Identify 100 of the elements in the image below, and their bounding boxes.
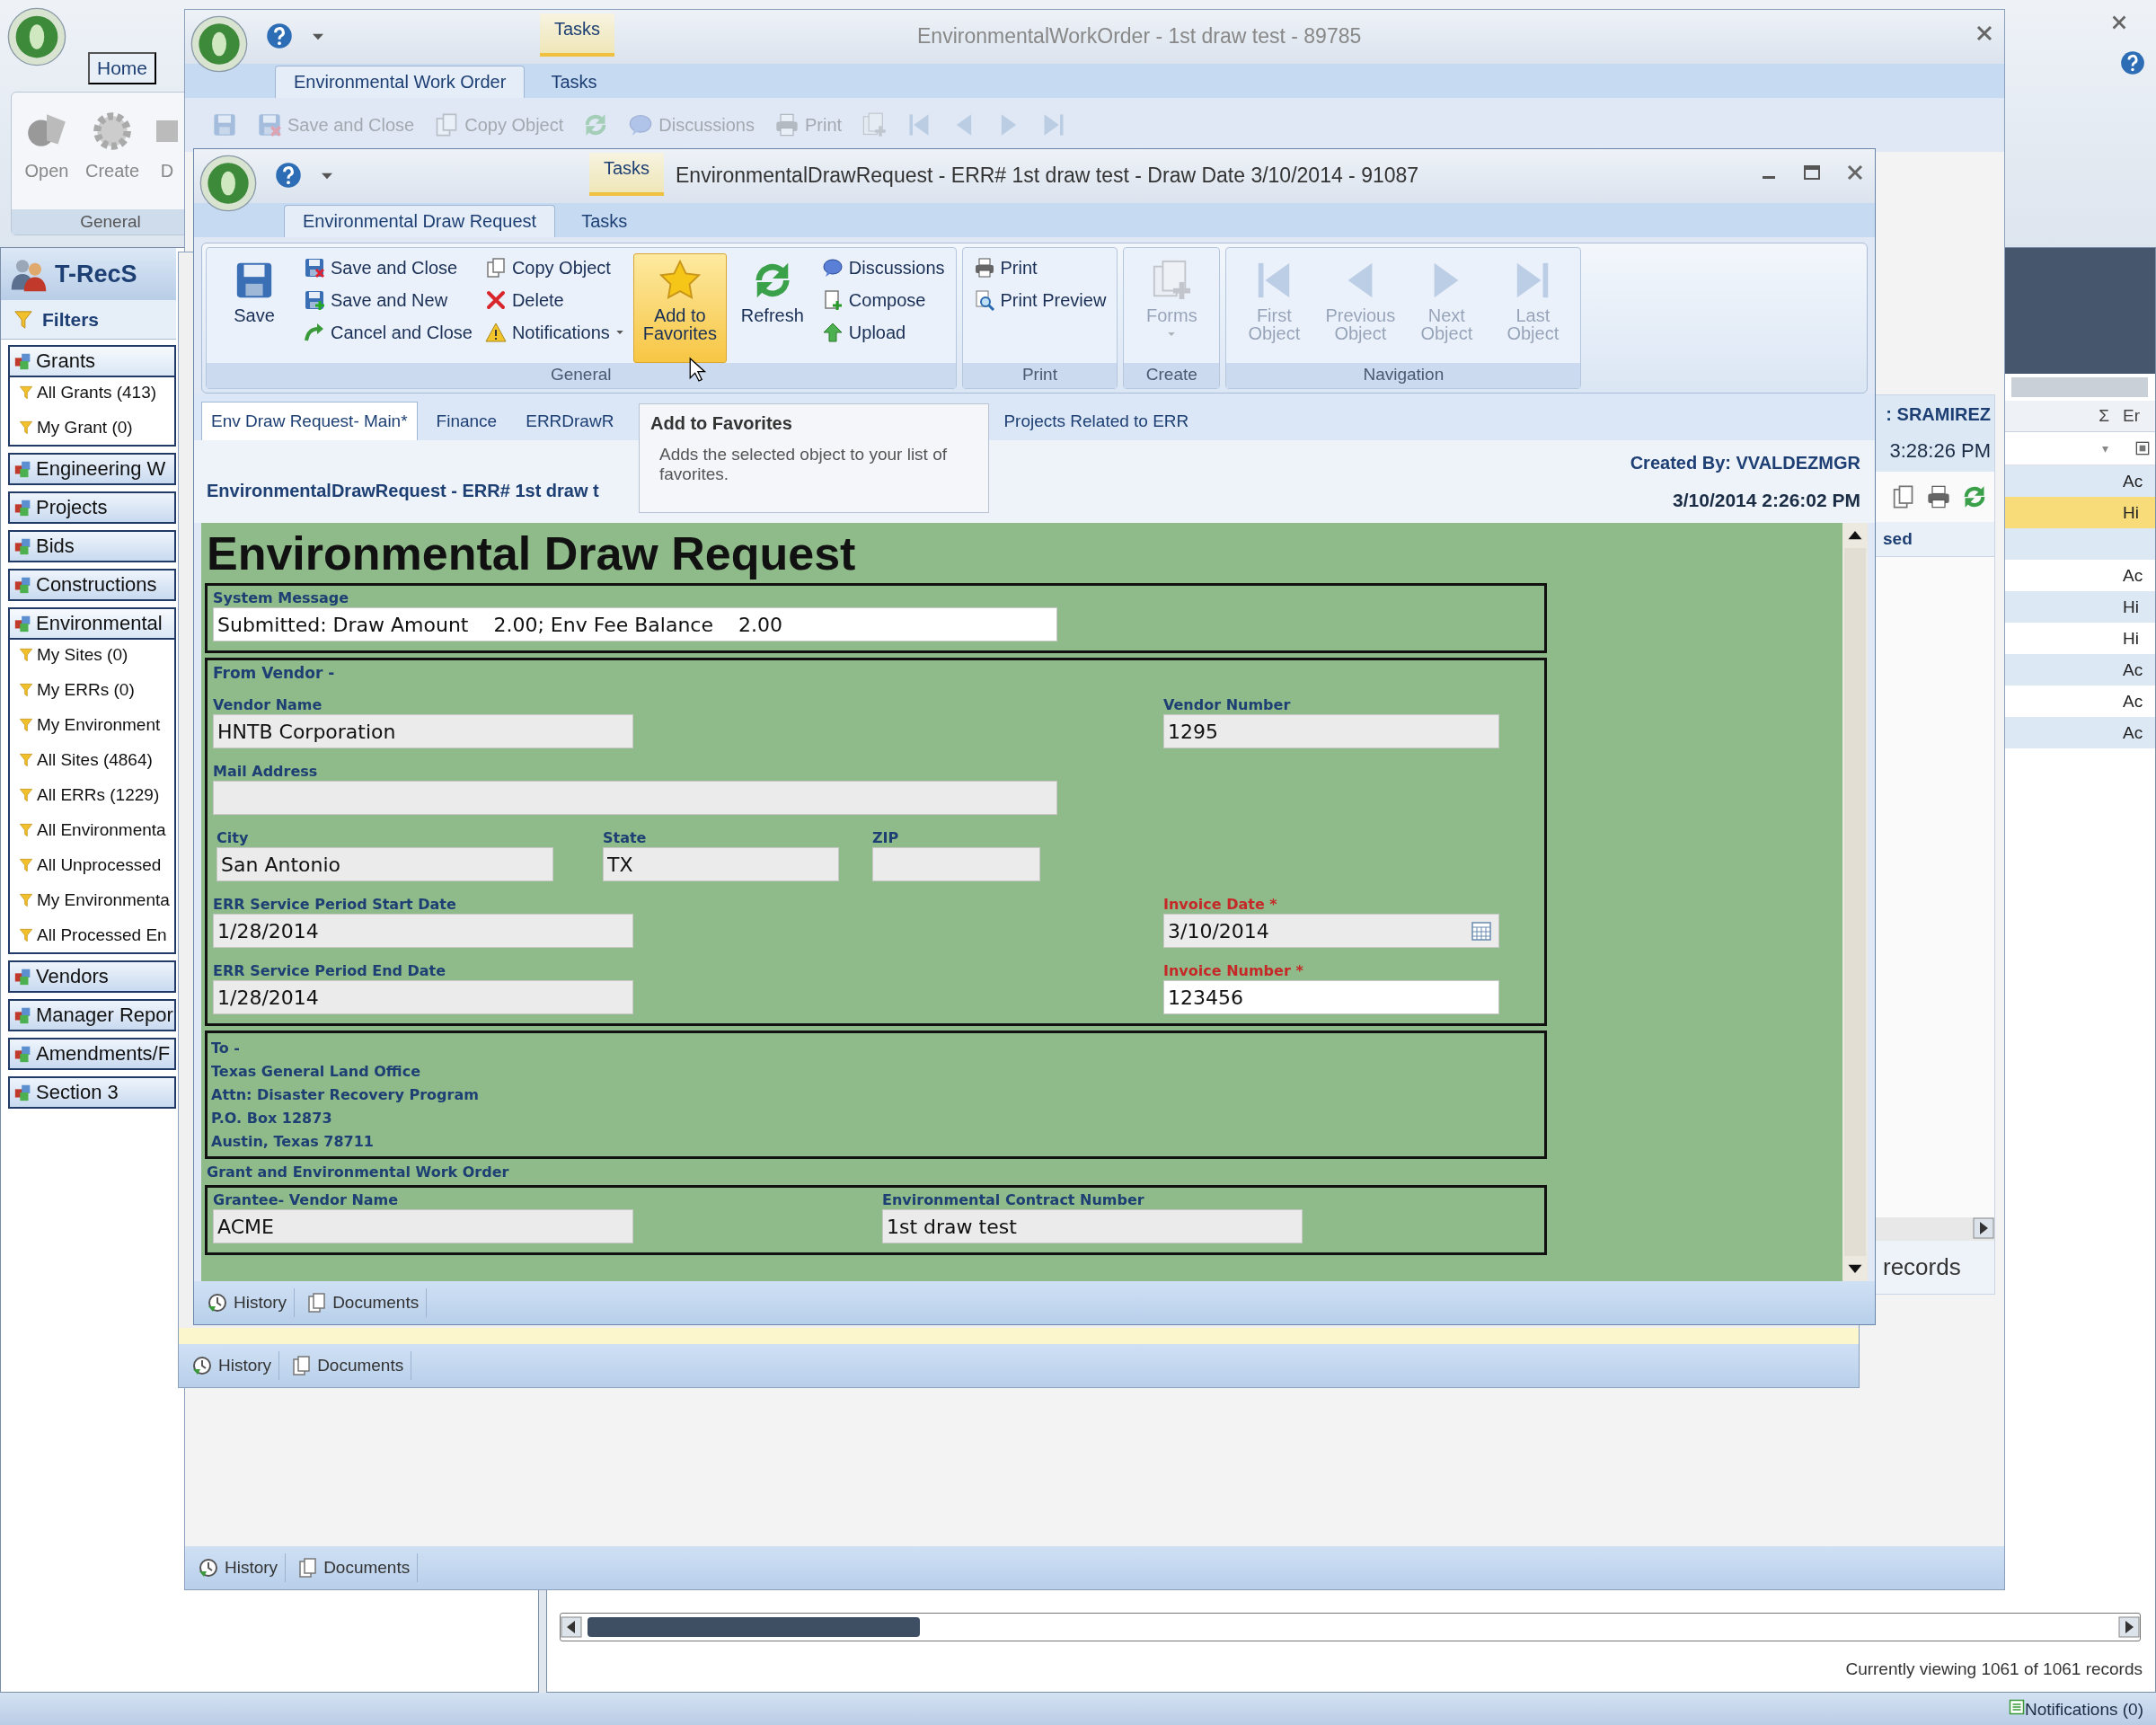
grid-row[interactable]: Hi <box>2004 591 2155 623</box>
filter-item[interactable]: All Grants (413) <box>19 381 174 404</box>
clock-icon <box>207 1292 228 1314</box>
text-field[interactable]: 1st draw test <box>882 1209 1303 1243</box>
grid-row[interactable]: Ac <box>2004 654 2155 686</box>
group-header[interactable]: Engineering W <box>8 453 176 485</box>
up-arrow-icon <box>821 322 844 343</box>
filter-item[interactable]: My Sites (0) <box>19 643 174 667</box>
context-tab-label: Tasks <box>589 153 665 196</box>
filter-item[interactable]: All Sites (4864) <box>19 748 174 772</box>
date-field[interactable]: 3/10/2014 <box>1163 914 1499 948</box>
page-tab[interactable]: ERRDrawR <box>516 402 624 440</box>
ribbon-button[interactable]: Copy Object <box>481 253 628 282</box>
ribbon-tab[interactable]: Environmental Draw Request <box>284 205 556 237</box>
group-header[interactable]: Projects <box>8 491 176 524</box>
text-field[interactable]: 1/28/2014 <box>213 914 633 948</box>
column-header[interactable]: Er <box>2117 406 2155 426</box>
refresh-icon[interactable] <box>1962 484 1987 509</box>
clock-icon <box>191 1355 213 1376</box>
filter-item[interactable]: All Environmenta <box>19 818 174 842</box>
scrollbar-thumb[interactable] <box>588 1617 920 1637</box>
filter-item[interactable]: All Unprocessed <box>19 854 174 877</box>
text-field[interactable]: Submitted: Draw Amount 2.00; Env Fee Balance 2.00 <box>213 607 1057 641</box>
orb-icon <box>199 155 257 212</box>
help-icon <box>266 22 293 49</box>
group-header[interactable]: Manager Repor <box>8 999 176 1031</box>
caret-icon[interactable]: ▾ <box>2102 441 2108 456</box>
grid-row[interactable]: Hi <box>2004 497 2155 528</box>
bottom-tab[interactable]: Documents <box>283 1351 412 1380</box>
column-header[interactable]: Σ <box>2090 406 2117 426</box>
bottom-tab[interactable]: History <box>190 1553 287 1582</box>
text-field[interactable] <box>213 781 1057 815</box>
document-icon <box>290 1355 313 1376</box>
ribbon-button[interactable]: Print Preview <box>969 286 1110 314</box>
speech-bubble-icon <box>821 257 844 279</box>
field-label: System Message <box>213 589 350 606</box>
ribbon-tab[interactable]: Environmental Work Order <box>275 66 526 98</box>
bottom-tab[interactable]: History <box>184 1351 280 1380</box>
ribbon-button[interactable]: Cancel and Close <box>300 318 476 347</box>
filter-item[interactable]: My Environment <box>19 713 174 737</box>
ribbon-button[interactable]: Discussions <box>817 253 949 282</box>
bottom-tab[interactable]: Documents <box>298 1288 428 1317</box>
ribbon-button[interactable]: Delete <box>481 286 628 314</box>
ribbon-tab[interactable]: Home <box>88 52 157 84</box>
ribbon-button[interactable]: Refresh <box>731 253 813 363</box>
field-label: City <box>216 829 250 846</box>
x-mark-icon <box>484 289 507 311</box>
filters-label: Filters <box>42 308 100 331</box>
text-field[interactable]: 123456 <box>1163 980 1499 1014</box>
grid-row[interactable]: Ac <box>2004 717 2155 748</box>
caret-icon <box>1167 330 1177 339</box>
text-field[interactable]: TX <box>603 847 839 881</box>
table-cell: Ac <box>2123 691 2144 712</box>
created-date: 3/10/2014 2:26:02 PM <box>1673 489 1860 511</box>
table-cell: Ac <box>2123 565 2144 586</box>
filter-item[interactable]: All Processed En <box>19 924 174 947</box>
bottom-tab[interactable]: History <box>199 1288 296 1317</box>
vertical-scrollbar[interactable] <box>1842 523 1868 1281</box>
grid-row[interactable] <box>2004 528 2155 560</box>
horizontal-scrollbar[interactable] <box>1874 1217 1994 1241</box>
text-field[interactable] <box>872 847 1040 881</box>
calendar-icon[interactable] <box>1471 920 1492 942</box>
bottom-tab[interactable]: Documents <box>289 1553 419 1582</box>
group-header[interactable]: Bids <box>8 530 176 562</box>
notifications-button[interactable]: Notifications (0) <box>2003 1697 2149 1721</box>
filter-item[interactable]: My Environmenta <box>19 889 174 912</box>
printer-icon[interactable] <box>1926 484 1951 509</box>
group-header[interactable]: Amendments/F <box>8 1038 176 1070</box>
text-field[interactable]: 1295 <box>1163 714 1499 748</box>
ribbon-tab[interactable]: Tasks <box>532 66 616 98</box>
filter-item[interactable]: All ERRs (1229) <box>19 783 174 807</box>
group-header[interactable]: Environmental <box>8 607 176 640</box>
text-field[interactable]: ACME <box>213 1209 633 1243</box>
text-field[interactable]: HNTB Corporation <box>213 714 633 748</box>
group-header[interactable]: Section 3 <box>8 1076 176 1109</box>
group-header[interactable]: Constructions <box>8 569 176 601</box>
window-title: EnvironmentalWorkOrder - 1st draw test - 89785 <box>917 24 1362 49</box>
page-tab[interactable]: Finance <box>426 402 508 440</box>
ribbon-button[interactable]: Save and New <box>300 286 476 314</box>
page-tab[interactable]: Projects Related to ERR <box>994 402 1199 440</box>
filter-item[interactable]: My Grant (0) <box>19 416 174 439</box>
section-heading: From Vendor - <box>213 664 336 682</box>
ribbon-button[interactable]: Upload <box>817 318 949 347</box>
ribbon-button[interactable]: Print <box>969 253 1110 282</box>
text-field[interactable]: 1/28/2014 <box>213 980 633 1014</box>
ribbon-button[interactable]: Compose <box>817 286 949 314</box>
ribbon-tab[interactable]: Tasks <box>562 205 647 237</box>
horizontal-scrollbar[interactable] <box>560 1613 2141 1641</box>
ribbon-button[interactable]: Save <box>214 253 295 363</box>
page-tab[interactable]: Env Draw Request- Main* <box>201 402 418 440</box>
text-field[interactable]: San Antonio <box>216 847 553 881</box>
field-label: Grantee- Vendor Name <box>213 1191 400 1208</box>
filter-item[interactable]: My ERRs (0) <box>19 678 174 702</box>
column-header[interactable]: sed <box>1874 522 1994 557</box>
ribbon-button[interactable]: Notifications <box>481 318 628 347</box>
ribbon-button[interactable]: Save and Close <box>300 253 476 282</box>
group-header[interactable]: Vendors <box>8 960 176 993</box>
group-header[interactable]: Grants <box>8 345 176 377</box>
grid-row[interactable]: Ac <box>2004 465 2155 497</box>
ribbon-button[interactable]: Add to Favorites <box>632 253 727 363</box>
